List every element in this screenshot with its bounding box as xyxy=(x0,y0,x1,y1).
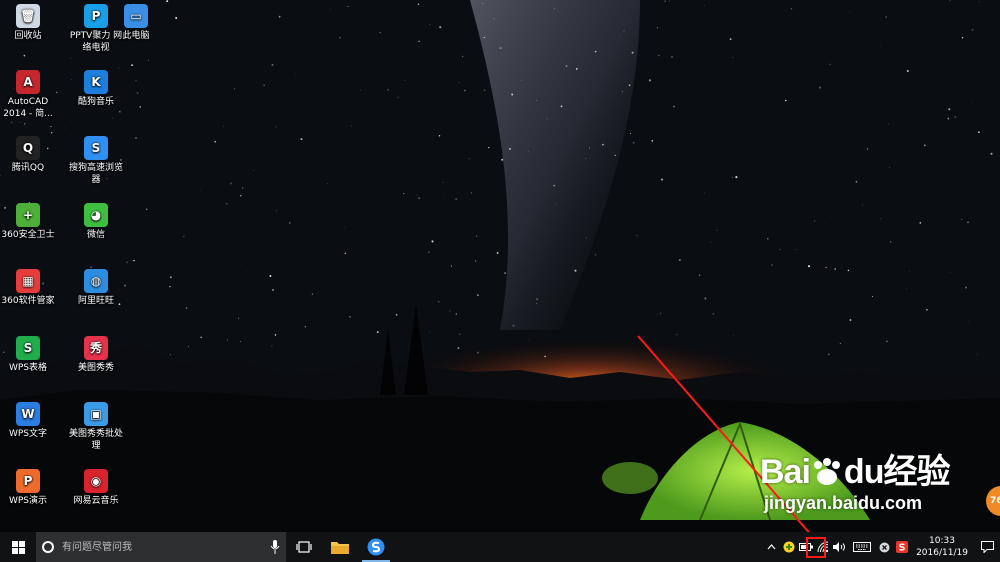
cortana-icon xyxy=(42,541,54,553)
kugou-icon: K xyxy=(84,70,108,94)
desktop-icon[interactable]: +360安全卫士 xyxy=(0,203,56,241)
folder-icon xyxy=(331,542,349,554)
baidu-jingyan-watermark: Bai du经验 jingyan.baidu.com xyxy=(760,452,960,532)
sogou-browser-icon: S xyxy=(84,136,108,160)
action-center-button[interactable] xyxy=(974,532,1000,562)
desktop-icon[interactable]: ◉ 网易云音乐 xyxy=(68,469,124,507)
wps-writer-icon: W xyxy=(16,402,40,426)
desktop-icon-label: 美图秀秀批处理 xyxy=(68,429,123,451)
360-tray-icon xyxy=(783,541,794,553)
desktop-icon-label: 360安全卫士 xyxy=(1,230,55,240)
chevron-up-icon xyxy=(767,544,776,550)
desktop-icon[interactable]: Q 腾讯QQ xyxy=(0,136,56,174)
task-view-button[interactable] xyxy=(286,532,322,562)
taskbar-file-explorer[interactable] xyxy=(322,532,358,562)
tray-expand-button[interactable] xyxy=(763,532,780,562)
pptv-icon: P xyxy=(84,4,108,28)
wps-spreadsheet-icon: S xyxy=(16,336,40,360)
desktop-icon-label: 阿里旺旺 xyxy=(77,296,114,306)
circle-x-icon xyxy=(879,542,890,552)
aliwangwang-icon: ◍ xyxy=(84,269,108,293)
speaker-volume-icon xyxy=(832,542,845,552)
desktop-icon-label: 此电脑 xyxy=(122,31,150,41)
360-software-manager-icon: ▦ xyxy=(16,269,40,293)
tray-keyboard-icon[interactable] xyxy=(848,532,876,562)
desktop-icon-label: 回收站 xyxy=(14,31,42,41)
desktop-icon[interactable]: S 搜狗高速浏览器 xyxy=(68,136,124,186)
clock-time: 10:33 xyxy=(929,536,955,546)
desktop-icon-label: 网易云音乐 xyxy=(73,496,119,506)
desktop-icon-label: AutoCAD 2014 - 简... xyxy=(3,97,53,119)
desktop-icon-label: 美图秀秀 xyxy=(77,363,114,373)
desktop-icon-label: WPS演示 xyxy=(8,496,48,506)
qq-penguin-icon: Q xyxy=(16,136,40,160)
desktop-icon[interactable]: ▣ 美图秀秀批处理 xyxy=(68,402,124,452)
desktop-icon[interactable]: S WPS表格 xyxy=(0,336,56,374)
windows-logo-icon xyxy=(11,540,25,554)
baidu-brand: Bai du经验 xyxy=(760,452,960,492)
meitu-icon: 秀 xyxy=(84,336,108,360)
baidu-brand-prefix: Bai xyxy=(760,453,811,491)
start-button[interactable] xyxy=(0,532,36,562)
baidu-paw-icon xyxy=(813,458,840,485)
tray-volume-icon[interactable] xyxy=(831,532,848,562)
sogou-ime-icon xyxy=(895,541,908,553)
360-safe-icon: + xyxy=(16,203,40,227)
desktop-icon[interactable]: ▭ 此电脑 xyxy=(108,4,164,42)
cortana-search-box[interactable] xyxy=(36,532,286,562)
keyboard-icon xyxy=(853,542,871,552)
desktop-icon-label: 搜狗高速浏览器 xyxy=(68,163,123,185)
taskbar: 10:33 2016/11/19 xyxy=(0,532,1000,562)
desktop-icon[interactable]: W WPS文字 xyxy=(0,402,56,440)
this-pc-icon: ▭ xyxy=(124,4,148,28)
wechat-icon: ◕ xyxy=(84,203,108,227)
baidu-brand-cn: 经验 xyxy=(883,453,950,491)
taskbar-clock[interactable]: 10:33 2016/11/19 xyxy=(914,535,970,559)
desktop-icon[interactable]: K 酷狗音乐 xyxy=(68,70,124,108)
taskbar-sogou-browser[interactable] xyxy=(358,532,394,562)
autocad-icon: A xyxy=(16,70,40,94)
baidu-site-url: jingyan.baidu.com xyxy=(764,493,923,513)
desktop-icon[interactable]: 🗑 回收站 xyxy=(0,4,56,42)
desktop-icon-label: WPS表格 xyxy=(8,363,48,373)
network-icon-highlight xyxy=(806,537,826,558)
desktop-icon-label: 微信 xyxy=(86,230,105,240)
tray-360-icon[interactable] xyxy=(780,532,797,562)
desktop-icon-label: WPS文字 xyxy=(8,429,48,439)
tray-close-badge[interactable] xyxy=(876,532,893,562)
desktop-icon[interactable]: ▦ 360软件管家 xyxy=(0,269,56,307)
microphone-icon[interactable] xyxy=(270,540,280,554)
desktop-icon[interactable]: 秀美图秀秀 xyxy=(68,336,124,374)
baidu-brand-suffix: du xyxy=(843,453,885,491)
recycle-bin-icon: 🗑 xyxy=(16,4,40,28)
netease-music-icon: ◉ xyxy=(84,469,108,493)
desktop-icon[interactable]: ◕ 微信 xyxy=(68,203,124,241)
wps-presentation-icon: P xyxy=(16,469,40,493)
desktop-icon[interactable]: ◍ 阿里旺旺 xyxy=(68,269,124,307)
desktop-icon-label: 酷狗音乐 xyxy=(77,97,114,107)
desktop-icon[interactable]: P WPS演示 xyxy=(0,469,56,507)
meitu-batch-icon: ▣ xyxy=(84,402,108,426)
system-tray: 10:33 2016/11/19 xyxy=(763,532,1000,562)
desktop-icon-label: 360软件管家 xyxy=(1,296,55,306)
sogou-browser-icon xyxy=(367,538,385,556)
clock-date: 2016/11/19 xyxy=(916,548,968,558)
tray-sogou-input-icon[interactable] xyxy=(893,532,910,562)
task-view-icon xyxy=(296,541,312,553)
search-input[interactable] xyxy=(60,540,270,554)
notification-icon xyxy=(980,541,994,553)
desktop-icon-label: 腾讯QQ xyxy=(11,163,45,173)
desktop-icon[interactable]: A AutoCAD 2014 - 简... xyxy=(0,70,56,120)
